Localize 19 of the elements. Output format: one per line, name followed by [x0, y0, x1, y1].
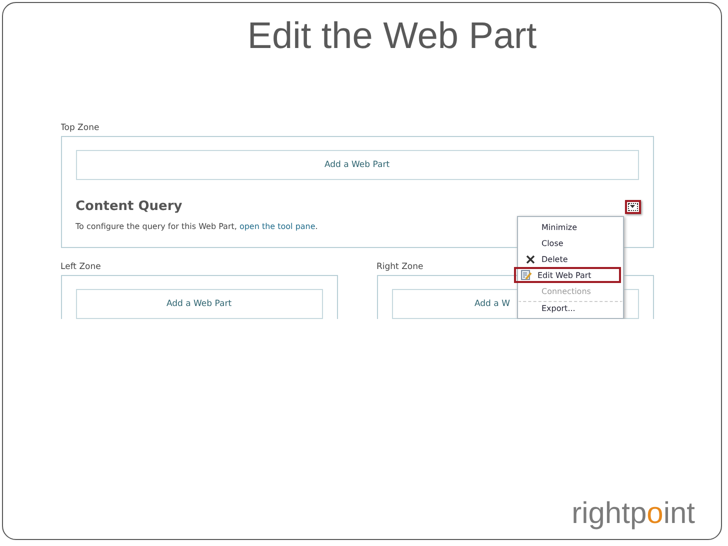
menu-item[interactable]: Export... [518, 301, 622, 316]
edit-icon [521, 270, 532, 280]
delete-icon [526, 254, 535, 264]
zone-label: Top Zone [60, 123, 100, 133]
web-part-description: To configure the query for this Web Part, open the tool pane. [76, 222, 318, 231]
slide-title: Edit the Web Part [247, 15, 537, 57]
web-part-menu-button[interactable] [624, 200, 640, 214]
zone-label: Left Zone [60, 262, 101, 272]
menu-item[interactable]: Minimize [518, 219, 622, 235]
menu-item[interactable]: Delete [518, 251, 622, 267]
caret-icon [630, 205, 635, 208]
menu-item[interactable]: Edit Web Part [514, 267, 620, 283]
rightpoint-logo: rightpoint [572, 497, 695, 531]
tool-pane-link[interactable]: open the tool pane [239, 222, 316, 231]
add-web-part-button[interactable]: Add a Web Part [76, 289, 322, 319]
zone-label: Right Zone [376, 262, 424, 272]
menu-item[interactable]: Close [518, 235, 622, 251]
web-part-title: Content Query [76, 199, 182, 214]
add-web-part-button[interactable]: Add a Web Part [76, 150, 638, 180]
